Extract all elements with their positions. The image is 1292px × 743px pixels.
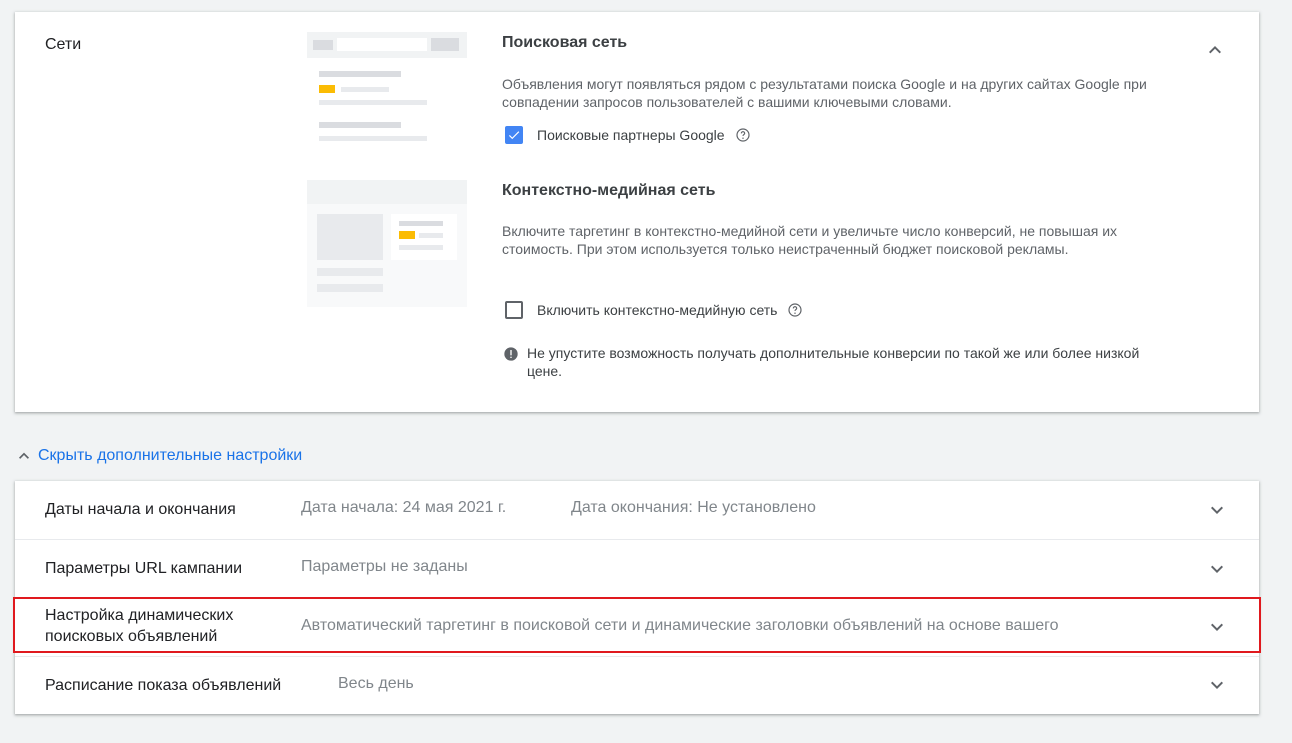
chevron-up-icon [1209, 46, 1221, 54]
chevron-down-icon [1211, 565, 1223, 573]
networks-section-label: Сети [45, 36, 82, 53]
row-dynamic-search-ads[interactable]: Настройка динамических поисковых объявле… [15, 599, 1259, 657]
additional-settings-card: Даты начала и окончания Дата начала: 24 … [15, 481, 1259, 714]
dates-label: Даты начала и окончания [45, 501, 236, 518]
start-date-value: Дата начала: 24 мая 2021 г. [301, 499, 507, 516]
display-network-illustration [307, 180, 467, 307]
expand-url-params-button[interactable] [1205, 557, 1229, 581]
display-network-checkbox[interactable] [505, 301, 523, 319]
search-partners-label: Поисковые партнеры Google [537, 127, 725, 143]
info-alert-icon [504, 347, 518, 361]
search-network-description: Объявления могут появляться рядом с резу… [502, 76, 1147, 110]
end-date-value: Дата окончания: Не установлено [571, 499, 816, 516]
display-network-label: Включить контекстно-медийную сеть [537, 302, 778, 318]
hide-additional-settings-label: Скрыть дополнительные настройки [38, 447, 303, 464]
url-params-label: Параметры URL кампании [45, 560, 243, 577]
row-ad-schedule[interactable]: Расписание показа объявлений Весь день [15, 657, 1259, 714]
display-network-notice: Не упустите возможность получать дополни… [503, 344, 1153, 380]
row-dates[interactable]: Даты начала и окончания Дата начала: 24 … [15, 481, 1259, 540]
hide-additional-settings-link[interactable]: Скрыть дополнительные настройки [14, 446, 302, 466]
dsa-label-line2: поисковых объявлений [45, 628, 218, 645]
dsa-value: Автоматический таргетинг в поисковой сет… [301, 617, 1059, 634]
search-partners-checkbox[interactable] [505, 126, 523, 144]
collapse-networks-button[interactable] [1203, 38, 1227, 62]
display-network-row: Включить контекстно-медийную сеть [505, 301, 803, 319]
chevron-up-icon [19, 452, 29, 459]
row-url-params[interactable]: Параметры URL кампании Параметры не зада… [15, 540, 1259, 599]
check-icon [508, 131, 520, 140]
search-network-illustration [307, 32, 467, 159]
dsa-label-line1: Настройка динамических [45, 607, 234, 624]
expand-ad-schedule-button[interactable] [1205, 673, 1229, 697]
help-icon[interactable] [735, 127, 751, 143]
help-icon[interactable] [787, 302, 803, 318]
display-network-description: Включите таргетинг в контекстно-медийной… [502, 223, 1118, 257]
expand-dsa-button[interactable] [1205, 615, 1229, 639]
expand-dates-button[interactable] [1205, 498, 1229, 522]
dsa-label: Настройка динамических поисковых объявле… [45, 605, 233, 647]
chevron-down-icon [1211, 506, 1223, 514]
display-network-notice-text: Не упустите возможность получать дополни… [527, 345, 1140, 379]
networks-card: Сети Поисковая сеть Объявления могут поя… [15, 12, 1259, 412]
chevron-down-icon [1211, 623, 1223, 631]
ad-schedule-value: Весь день [338, 675, 414, 692]
ad-schedule-label: Расписание показа объявлений [45, 677, 282, 694]
chevron-down-icon [1211, 681, 1223, 689]
search-partners-row: Поисковые партнеры Google [505, 126, 751, 144]
display-network-title: Контекстно-медийная сеть [502, 182, 716, 199]
url-params-value: Параметры не заданы [301, 558, 468, 575]
search-network-title: Поисковая сеть [502, 34, 628, 51]
